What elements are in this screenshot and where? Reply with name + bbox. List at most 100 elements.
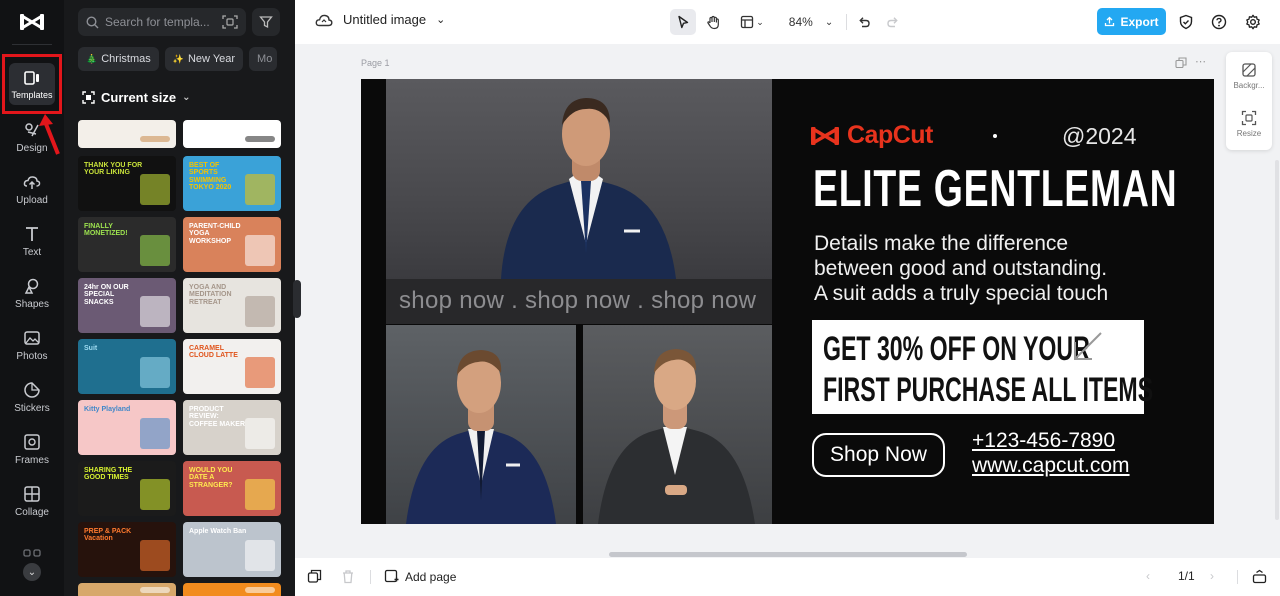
next-page-button[interactable]: › [1210,569,1214,583]
brand-name[interactable]: CapCut [847,121,933,150]
man-silhouette-graphic [598,349,755,524]
duplicate-page-icon[interactable] [1175,57,1187,69]
chip-new-year[interactable]: ✨ New Year [164,47,244,71]
add-page-button[interactable]: Add page [384,569,456,584]
template-thumbnail[interactable]: WOULD YOU DATE A STRANGER? [183,461,281,516]
template-thumbnail[interactable] [183,120,281,148]
redo-button[interactable] [882,9,904,35]
thumbnail-accent [245,587,275,593]
thumbnail-accent [140,235,170,266]
left-rail: Templates Design Upload Text Shapes Phot… [0,0,64,596]
background-tool[interactable]: Backgr... [1226,62,1272,90]
page-more-icon[interactable]: ⋯ [1195,55,1207,68]
headline[interactable]: ELITE GENTLEMAN [813,159,1177,219]
template-thumbnail[interactable]: YOGA AND MEDITATION RETREAT [183,278,281,333]
template-thumbnail[interactable]: Kitty Playland [78,400,176,455]
thumbnail-accent [245,235,275,266]
template-thumbnail[interactable]: PREP & PACK Vacation [78,522,176,577]
current-size-dropdown[interactable]: Current size ⌄ [82,90,191,105]
rail-item-collage[interactable]: Collage [0,476,64,526]
template-thumbnail[interactable]: PARENT-CHILD YOGA WORKSHOP [183,217,281,272]
panel-toggle-icon [1252,569,1267,584]
chip-more[interactable]: Mo [249,47,278,71]
vertical-scrollbar[interactable] [1275,160,1279,520]
shop-now-button[interactable]: Shop Now [812,433,945,477]
rail-item-shapes[interactable]: Shapes [0,268,64,318]
body-copy[interactable]: Details make the difference between good… [814,231,1108,306]
template-thumbnail[interactable] [78,120,176,148]
template-thumbnail[interactable]: 24hr ON OUR SPECIAL SNACKS [78,278,176,333]
help-button[interactable] [1208,9,1230,35]
rail-item-text[interactable]: Text [0,216,64,266]
offer-box[interactable]: GET 30% OFF ON YOUR FIRST PURCHASE ALL I… [812,320,1153,414]
chevron-down-icon[interactable]: ⌄ [436,13,445,26]
filter-button[interactable] [252,8,280,36]
thumbnail-accent [140,174,170,205]
horizontal-scrollbar[interactable] [609,552,967,557]
add-page-label: Add page [405,569,457,584]
rail-label: Text [22,246,42,258]
export-button[interactable]: Export [1097,8,1166,35]
chip-christmas[interactable]: 🎄 Christmas [78,47,159,71]
panel-resize-handle[interactable] [293,280,301,318]
template-search-box[interactable] [78,8,246,36]
tree-icon: 🎄 [86,53,98,64]
template-thumbnail[interactable]: PRODUCT REVIEW: COFFEE MAKER [183,400,281,455]
photo-man-grey-suit[interactable] [583,325,772,524]
chevron-down-icon: ⌄ [824,16,834,28]
search-input[interactable] [105,15,215,29]
templates-panel: 🎄Christmas ✨New Year Mo Current size ⌄ T… [64,0,295,596]
delete-page-button[interactable] [341,569,355,584]
template-thumbnail[interactable]: Apple Watch Ban [183,522,281,577]
document-title[interactable]: Untitled image [343,12,426,27]
prev-page-button[interactable]: ‹ [1146,569,1150,583]
chevron-down-icon: ⌄ [756,16,764,27]
design-canvas[interactable]: shop now . shop now . shop now CapCut @2… [361,79,1214,524]
zoom-level: 84% [788,15,813,29]
expand-panel-button[interactable] [1252,569,1267,584]
template-thumbnail[interactable]: BEST OF SPORTS SWIMMING TOKYO 2020 [183,156,281,211]
document-title-area[interactable]: Untitled image ⌄ [315,12,445,27]
resize-tool[interactable]: Resize [1226,110,1272,138]
layers-icon [307,569,322,583]
app-window: Templates Design Upload Text Shapes Phot… [0,0,1280,596]
rail-item-photos[interactable]: Photos [0,320,64,370]
chip-label: New Year [187,53,236,65]
rail-item-upload[interactable]: Upload [0,164,64,214]
template-thumbnail[interactable]: FINALLY MONETIZED! [78,217,176,272]
template-thumbnail[interactable]: Suit [78,339,176,394]
chip-label: Mo [257,53,273,65]
collapse-chevron-icon[interactable]: ⌄ [23,563,41,581]
rail-item-templates[interactable]: Templates [2,54,62,114]
thumbnail-text: PRODUCT REVIEW: COFFEE MAKER [189,406,245,428]
capcut-logo-icon[interactable] [18,10,46,34]
upload-icon [23,175,41,189]
template-thumbnail[interactable] [78,583,176,596]
image-search-icon[interactable] [222,14,238,30]
template-thumbnail[interactable] [183,583,281,596]
man-silhouette-graphic [406,350,556,524]
chevron-right-icon: › [1210,569,1214,583]
rail-item-frames[interactable]: Frames [0,424,64,474]
rail-item-stickers[interactable]: Stickers [0,372,64,422]
template-thumbnail[interactable]: CARAMEL CLOUD LATTE [183,339,281,394]
template-thumbnail[interactable]: THANK YOU FOR YOUR LIKING [78,156,176,211]
settings-button[interactable] [1242,9,1264,35]
contact-info[interactable]: +123-456-7890 www.capcut.com [972,428,1130,478]
hand-tool-button[interactable] [700,9,726,35]
collage-icon [24,485,40,502]
cloud-icon [315,14,333,26]
photo-man-blue-suit[interactable] [386,325,576,524]
help-icon [1211,14,1227,30]
photo-man-navy-suit[interactable] [386,79,772,279]
layout-dropdown-button[interactable]: ⌄ [737,9,767,35]
year-tag[interactable]: @2024 [1062,123,1137,150]
layers-button[interactable] [307,569,322,584]
select-tool-button[interactable] [670,9,696,35]
marquee-text[interactable]: shop now . shop now . shop now [399,287,756,315]
template-thumbnail[interactable]: SHARING THE GOOD TIMES [78,461,176,516]
zoom-dropdown[interactable]: 84% ⌄ [781,9,841,35]
undo-button[interactable] [853,9,875,35]
rail-item-design[interactable]: Design [0,112,64,162]
shield-button[interactable] [1175,9,1197,35]
